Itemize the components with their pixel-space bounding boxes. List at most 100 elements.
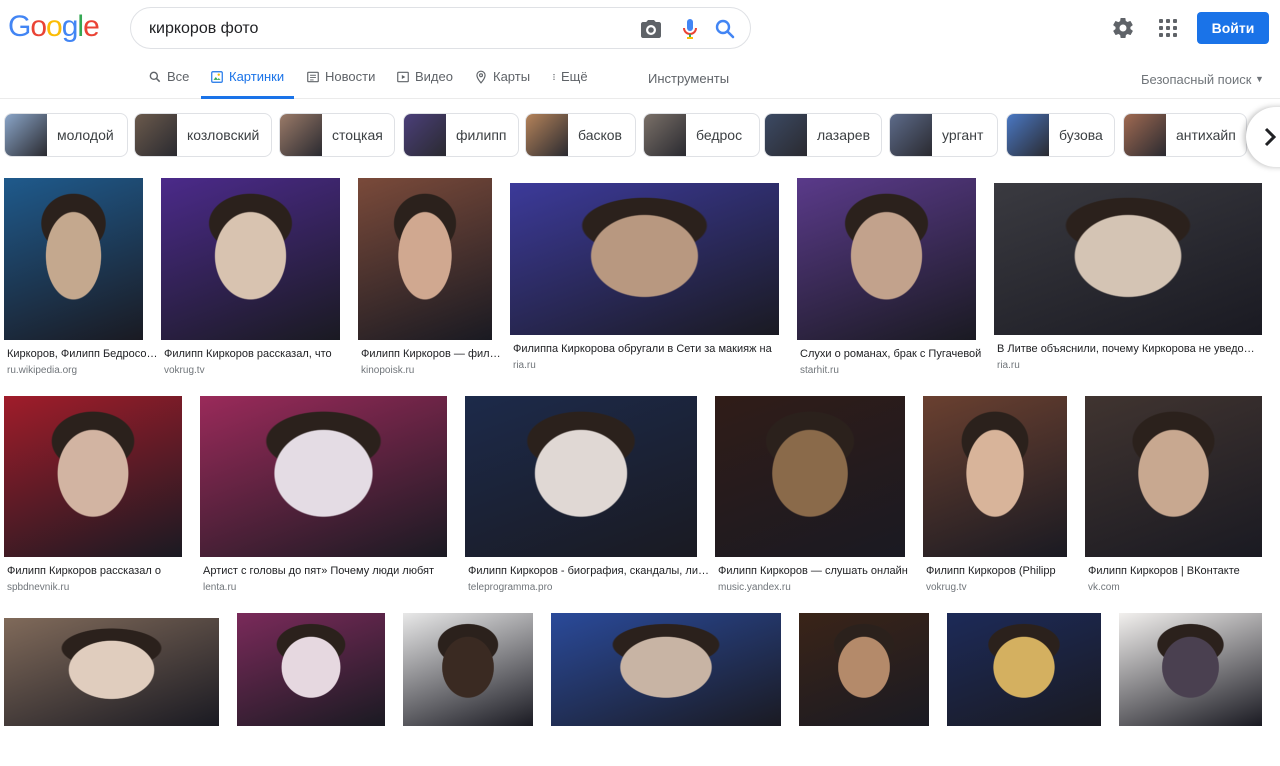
image-result[interactable] bbox=[403, 613, 533, 766]
result-source: ria.ru bbox=[997, 360, 1020, 371]
result-thumbnail[interactable] bbox=[4, 396, 182, 557]
result-source: ria.ru bbox=[513, 360, 536, 371]
gear-icon[interactable] bbox=[1111, 16, 1135, 40]
related-chip[interactable]: филипп bbox=[403, 113, 519, 157]
result-thumbnail[interactable] bbox=[403, 613, 533, 726]
chip-thumbnail bbox=[404, 114, 446, 156]
microphone-icon[interactable] bbox=[678, 17, 702, 41]
camera-icon[interactable] bbox=[639, 17, 663, 41]
result-thumbnail[interactable] bbox=[161, 178, 340, 340]
image-result[interactable] bbox=[947, 613, 1101, 766]
apps-grid-icon[interactable] bbox=[1156, 16, 1180, 40]
chip-thumbnail bbox=[765, 114, 807, 156]
result-title[interactable]: Филиппа Киркорова обругали в Сети за мак… bbox=[513, 343, 791, 355]
result-thumbnail[interactable] bbox=[994, 183, 1262, 335]
image-result[interactable] bbox=[4, 618, 219, 766]
image-result[interactable]: Филиппа Киркорова обругали в Сети за мак… bbox=[510, 183, 794, 375]
image-result[interactable]: В Литве объяснили, почему Киркорова не у… bbox=[994, 183, 1262, 375]
tab-more[interactable]: Ещё bbox=[550, 69, 588, 99]
login-button[interactable]: Войти bbox=[1197, 12, 1269, 44]
related-chip[interactable]: басков bbox=[525, 113, 636, 157]
search-input[interactable]: киркоров фото bbox=[130, 7, 751, 49]
chip-thumbnail bbox=[5, 114, 47, 156]
news-icon bbox=[307, 71, 319, 83]
tab-label: Все bbox=[167, 69, 190, 84]
tab-news[interactable]: Новости bbox=[306, 69, 375, 99]
related-chip[interactable]: лазарев bbox=[764, 113, 882, 157]
search-icon bbox=[149, 71, 161, 83]
result-thumbnail[interactable] bbox=[4, 618, 219, 726]
result-title[interactable]: Филипп Киркоров (Philipp bbox=[926, 565, 1079, 577]
result-title[interactable]: Слухи о романах, брак с Пугачевой bbox=[800, 348, 987, 360]
caret-down-icon: ▼ bbox=[1255, 74, 1264, 84]
image-result[interactable]: Филипп Киркоров (Philipp vokrug.tv bbox=[923, 396, 1082, 597]
result-thumbnail[interactable] bbox=[200, 396, 447, 557]
result-thumbnail[interactable] bbox=[947, 613, 1101, 726]
chip-thumbnail bbox=[135, 114, 177, 156]
result-thumbnail[interactable] bbox=[799, 613, 929, 726]
result-thumbnail[interactable] bbox=[237, 613, 385, 726]
chip-label: лазарев bbox=[817, 127, 871, 143]
tab-video[interactable]: Видео bbox=[396, 69, 453, 99]
chip-thumbnail bbox=[890, 114, 932, 156]
result-title[interactable]: В Литве объяснили, почему Киркорова не у… bbox=[997, 343, 1259, 355]
tab-label: Картинки bbox=[229, 69, 285, 84]
result-source: starhit.ru bbox=[800, 365, 839, 376]
image-result[interactable]: Филипп Киркоров рассказал, что vokrug.tv bbox=[161, 178, 354, 380]
result-source: kinopoisk.ru bbox=[361, 365, 415, 376]
related-chip[interactable]: бузова bbox=[1006, 113, 1115, 157]
tab-images[interactable]: Картинки bbox=[201, 69, 295, 99]
result-thumbnail[interactable] bbox=[4, 178, 143, 340]
result-title[interactable]: Филипп Киркоров — фильмы bbox=[361, 348, 503, 360]
result-thumbnail[interactable] bbox=[358, 178, 492, 340]
related-chip[interactable]: стоцкая bbox=[279, 113, 395, 157]
tools-button[interactable]: Инструменты bbox=[648, 71, 729, 86]
tab-maps[interactable]: Карты bbox=[474, 69, 530, 99]
tab-all[interactable]: Все bbox=[148, 69, 189, 99]
result-title[interactable]: Филипп Киркоров | ВКонтакте bbox=[1088, 565, 1259, 577]
search-query[interactable]: киркоров фото bbox=[149, 20, 258, 38]
result-title[interactable]: Киркоров, Филипп Бедросович — Википедия bbox=[7, 348, 159, 360]
chip-label: козловский bbox=[187, 127, 260, 143]
result-title[interactable]: Артист с головы до пят» Почему люди любя… bbox=[203, 565, 459, 577]
image-result[interactable]: Филипп Киркоров — слушать онлайн music.ya… bbox=[715, 396, 920, 597]
related-chip[interactable]: бедрос bbox=[643, 113, 760, 157]
result-title[interactable]: Филипп Киркоров — слушать онлайн bbox=[718, 565, 917, 577]
result-title[interactable]: Филипп Киркоров рассказал о bbox=[7, 565, 194, 577]
result-thumbnail[interactable] bbox=[1119, 613, 1262, 726]
result-thumbnail[interactable] bbox=[797, 178, 976, 340]
map-pin-icon bbox=[476, 70, 486, 84]
result-thumbnail[interactable] bbox=[715, 396, 905, 557]
result-title[interactable]: Филипп Киркоров - биография, скандалы, л… bbox=[468, 565, 709, 577]
result-thumbnail[interactable] bbox=[923, 396, 1067, 557]
image-result[interactable]: Киркоров, Филипп Бедросович — Википедия r… bbox=[4, 178, 162, 380]
image-result[interactable]: Слухи о романах, брак с Пугачевой starhit… bbox=[797, 178, 990, 380]
image-result[interactable]: Артист с головы до пят» Почему люди любя… bbox=[200, 396, 462, 597]
image-result[interactable]: Филипп Киркоров | ВКонтакте vk.com bbox=[1085, 396, 1262, 597]
image-result[interactable] bbox=[1119, 613, 1262, 766]
related-chips: молодой козловский стоцкая филипп басков бедр… bbox=[0, 112, 1280, 158]
result-source: vokrug.tv bbox=[164, 365, 205, 376]
result-thumbnail[interactable] bbox=[465, 396, 697, 557]
result-thumbnail[interactable] bbox=[551, 613, 781, 726]
image-result[interactable] bbox=[551, 613, 781, 766]
result-thumbnail[interactable] bbox=[510, 183, 779, 335]
search-icon[interactable] bbox=[713, 17, 737, 41]
safesearch-dropdown[interactable]: Безопасный поиск ▼ bbox=[1141, 72, 1264, 87]
image-result[interactable] bbox=[237, 613, 385, 766]
chip-thumbnail bbox=[526, 114, 568, 156]
image-result[interactable] bbox=[799, 613, 929, 766]
result-thumbnail[interactable] bbox=[1085, 396, 1262, 557]
related-chip[interactable]: антихайп bbox=[1123, 113, 1247, 157]
related-chip[interactable]: молодой bbox=[4, 113, 128, 157]
image-result[interactable]: Филипп Киркоров рассказал о spbdnevnik.ru bbox=[4, 396, 197, 597]
tab-label: Карты bbox=[493, 69, 531, 84]
chip-label: бедрос bbox=[696, 127, 743, 143]
google-logo[interactable]: Google bbox=[8, 10, 100, 44]
image-result[interactable]: Филипп Киркоров — фильмы kinopoisk.ru bbox=[358, 178, 506, 380]
result-source: vk.com bbox=[1088, 582, 1120, 593]
result-title[interactable]: Филипп Киркоров рассказал, что bbox=[164, 348, 351, 360]
related-chip[interactable]: козловский bbox=[134, 113, 272, 157]
image-result[interactable]: Филипп Киркоров - биография, скандалы, л… bbox=[465, 396, 712, 597]
related-chip[interactable]: ургант bbox=[889, 113, 998, 157]
